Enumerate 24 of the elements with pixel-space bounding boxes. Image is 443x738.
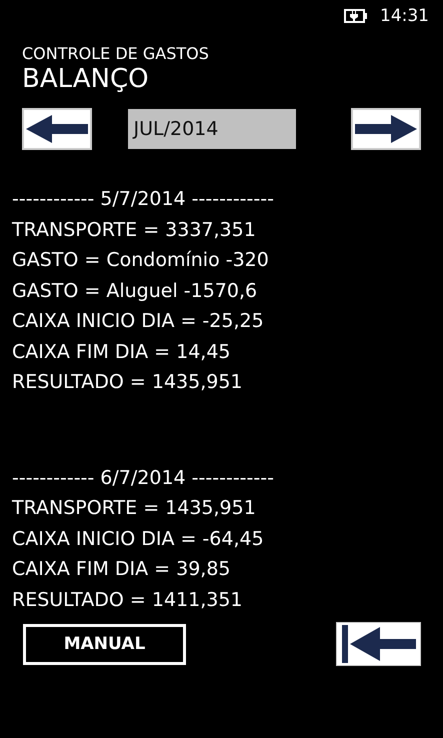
report-line: RESULTADO = 1435,951: [12, 370, 244, 395]
report-line: CAIXA INICIO DIA = -64,45: [12, 526, 265, 552]
report-line: GASTO = Aluguel -1570,6: [12, 278, 258, 304]
previous-month-button[interactable]: [22, 108, 92, 150]
manual-button[interactable]: MANUAL: [23, 624, 186, 664]
day-header: ------------ 6/7/2014 ------------: [12, 466, 275, 490]
report-line: GASTO = Condomínio -320: [12, 248, 270, 273]
day-header: ------------ 5/7/2014 ------------: [12, 187, 275, 212]
next-month-button[interactable]: [351, 108, 421, 150]
right-arrow-icon: [355, 114, 417, 144]
back-button[interactable]: [336, 622, 421, 666]
report-line: TRANSPORTE = 3337,351: [12, 218, 257, 242]
left-arrow-icon: [26, 114, 88, 144]
page-title: BALANÇO: [22, 64, 150, 94]
back-arrow-icon: [342, 625, 416, 663]
app-title: CONTROLE DE GASTOS: [22, 44, 210, 64]
month-field[interactable]: JUL/2014: [128, 109, 296, 149]
battery-charging-icon: [344, 9, 368, 23]
report-line: CAIXA INICIO DIA = -25,25: [12, 309, 265, 334]
report-line: RESULTADO = 1411,351: [12, 588, 244, 612]
report-line: TRANSPORTE = 1435,951: [12, 496, 257, 521]
report-line: CAIXA FIM DIA = 39,85: [12, 557, 232, 582]
report-line: CAIXA FIM DIA = 14,45: [12, 340, 232, 364]
clock-time: 14:31: [380, 6, 429, 26]
